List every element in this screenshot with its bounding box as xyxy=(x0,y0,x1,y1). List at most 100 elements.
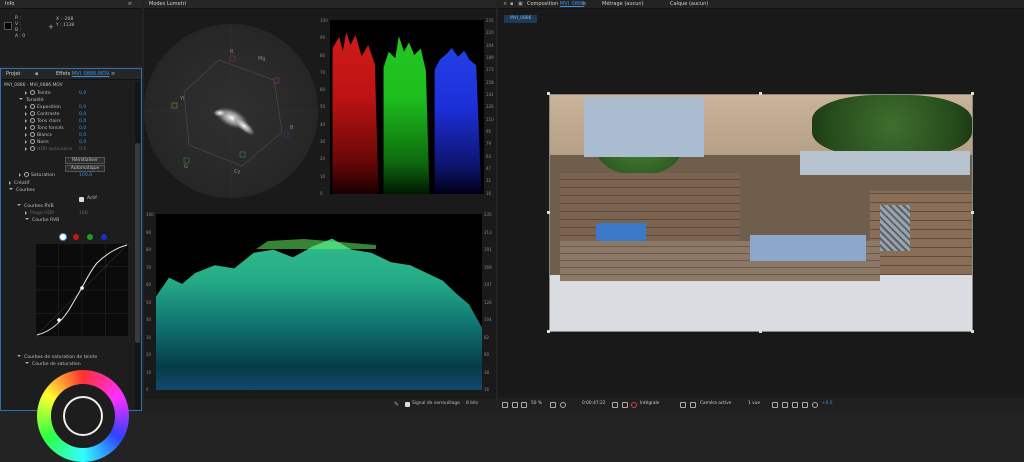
row-value[interactable]: 0,0 xyxy=(79,132,86,139)
composition-viewer[interactable] xyxy=(549,94,973,332)
comp-subtab[interactable]: MVI_0886 xyxy=(504,15,538,23)
zoom-select[interactable]: 50 % xyxy=(531,401,542,406)
collapse-icon[interactable] xyxy=(9,187,13,192)
pixel-aspect-icon[interactable] xyxy=(772,402,778,408)
expand-icon[interactable] xyxy=(25,90,27,95)
effect-row-tons-clairs[interactable]: Tons clairs 0,0 xyxy=(1,118,131,125)
expand-icon[interactable] xyxy=(9,180,11,185)
stopwatch-icon[interactable] xyxy=(24,172,29,177)
lock-icon[interactable]: ▪ xyxy=(35,69,38,80)
effect-row-contraste[interactable]: Contraste 0,0 xyxy=(1,111,131,118)
panel-menu-icon[interactable]: ≡ xyxy=(582,0,586,9)
stopwatch-icon[interactable] xyxy=(30,132,35,137)
row-value[interactable]: 0,0 xyxy=(79,139,86,146)
expand-icon[interactable] xyxy=(25,111,27,116)
tab-effects[interactable]: Effets MVI_0886.MOV xyxy=(56,69,109,80)
info-panel-header[interactable]: Info ≡ xyxy=(0,0,142,9)
channel-blue-button[interactable] xyxy=(101,234,107,240)
expand-icon[interactable] xyxy=(19,172,21,177)
saturation-value[interactable]: 100,0 xyxy=(79,172,92,179)
selection-handle[interactable] xyxy=(971,211,974,214)
channel-white-button[interactable] xyxy=(59,233,67,241)
wrench-icon[interactable]: ✎ xyxy=(394,401,399,408)
exposure-value[interactable]: +0,0 xyxy=(822,401,832,406)
tab-footage[interactable]: Métrage (aucun) xyxy=(602,0,644,9)
effect-row-exposition[interactable]: Exposition 0,0 xyxy=(1,104,131,111)
collapse-icon[interactable] xyxy=(25,217,29,222)
section-courbes[interactable]: Courbes xyxy=(1,187,131,194)
timeline-icon[interactable] xyxy=(792,402,798,408)
selection-handle[interactable] xyxy=(547,330,550,333)
expand-icon[interactable] xyxy=(25,125,27,130)
auto-button[interactable]: Automatique xyxy=(65,165,105,172)
expand-icon[interactable] xyxy=(25,139,27,144)
stopwatch-icon[interactable] xyxy=(30,146,35,151)
clamp-checkbox[interactable] xyxy=(405,402,410,407)
effect-row-hdr[interactable]: HDR spéculaire 0,0 xyxy=(1,146,131,153)
selection-handle[interactable] xyxy=(547,211,550,214)
tab-project[interactable]: Projet xyxy=(6,71,20,77)
channel-red-button[interactable] xyxy=(73,234,79,240)
effect-row-teinte[interactable]: Teinte 0,0 xyxy=(1,90,131,97)
stopwatch-icon[interactable] xyxy=(30,139,35,144)
section-creatif[interactable]: Créatif xyxy=(1,180,131,187)
row-value[interactable]: 0,0 xyxy=(79,118,86,125)
sat-curve-row[interactable]: Courbe de saturation xyxy=(1,361,131,368)
safe-zones-icon[interactable] xyxy=(560,402,566,408)
reset-exposure-icon[interactable] xyxy=(812,402,818,408)
fast-previews-icon[interactable] xyxy=(782,402,788,408)
panel-menu-icon[interactable]: ≡ xyxy=(111,69,115,80)
transparency-grid-icon[interactable] xyxy=(690,402,696,408)
expand-icon[interactable] xyxy=(25,132,27,137)
collapse-icon[interactable] xyxy=(17,203,21,208)
snapshot-icon[interactable] xyxy=(612,402,618,408)
collapse-icon[interactable] xyxy=(25,361,29,366)
monitor-icon[interactable] xyxy=(512,402,518,408)
stopwatch-icon[interactable] xyxy=(30,118,35,123)
section-rgb-curves[interactable]: Courbes RVB xyxy=(1,203,131,210)
rgb-curve-graph[interactable] xyxy=(35,243,129,337)
show-snapshot-icon[interactable] xyxy=(622,402,628,408)
stopwatch-icon[interactable] xyxy=(30,111,35,116)
section-hue-sat-curves[interactable]: Courbes de saturation de teinte xyxy=(1,354,131,361)
row-value[interactable]: 0,0 xyxy=(79,90,86,97)
reset-button[interactable]: Réinitialiser xyxy=(65,157,105,164)
effect-row-tons-fonces[interactable]: Tons foncés 0,0 xyxy=(1,125,131,132)
collapse-icon[interactable] xyxy=(19,97,23,102)
effects-scrollbar[interactable] xyxy=(135,83,140,409)
tab-composition[interactable]: Composition MVI_0886 xyxy=(527,0,584,9)
stopwatch-icon[interactable] xyxy=(30,125,35,130)
selection-handle[interactable] xyxy=(971,330,974,333)
views-select[interactable]: 1 vue xyxy=(748,401,760,406)
flowchart-icon[interactable] xyxy=(802,402,808,408)
expand-icon[interactable] xyxy=(25,118,27,123)
fit-icon[interactable] xyxy=(550,402,556,408)
selection-handle[interactable] xyxy=(971,92,974,95)
row-value[interactable]: 0,0 xyxy=(79,125,86,132)
expand-icon[interactable] xyxy=(25,146,27,151)
row-value[interactable]: 0,0 xyxy=(79,104,86,111)
timecode[interactable]: 0:00:47:22 xyxy=(582,401,605,406)
resolution-select[interactable]: Intégrale xyxy=(640,401,659,406)
close-icon[interactable]: × xyxy=(503,1,507,7)
expand-icon[interactable] xyxy=(25,104,27,109)
grid-icon[interactable] xyxy=(521,402,527,408)
selection-handle[interactable] xyxy=(547,92,550,95)
tab-layer[interactable]: Calque (aucun) xyxy=(670,0,708,9)
effect-row-tonalite[interactable]: Tonalité xyxy=(1,97,131,104)
always-preview-icon[interactable] xyxy=(502,402,508,408)
collapse-icon[interactable] xyxy=(17,354,21,359)
lock-icon[interactable]: ▪ xyxy=(510,0,513,9)
camera-select[interactable]: Caméra active xyxy=(700,401,731,406)
effect-row-saturation[interactable]: Saturation 100,0 xyxy=(1,172,131,179)
region-of-interest-icon[interactable] xyxy=(680,402,686,408)
panel-menu-icon[interactable]: ≡ xyxy=(128,0,132,9)
channel-green-button[interactable] xyxy=(87,234,93,240)
bit-depth-select[interactable]: 8 bits xyxy=(466,401,478,406)
rgb-curve-row[interactable]: Courbe RVB xyxy=(1,217,131,224)
hue-wheel[interactable] xyxy=(37,370,129,462)
channel-icon[interactable] xyxy=(631,402,637,408)
selection-handle[interactable] xyxy=(759,330,762,333)
effect-row-blancs[interactable]: Blancs 0,0 xyxy=(1,132,131,139)
stopwatch-icon[interactable] xyxy=(30,90,35,95)
